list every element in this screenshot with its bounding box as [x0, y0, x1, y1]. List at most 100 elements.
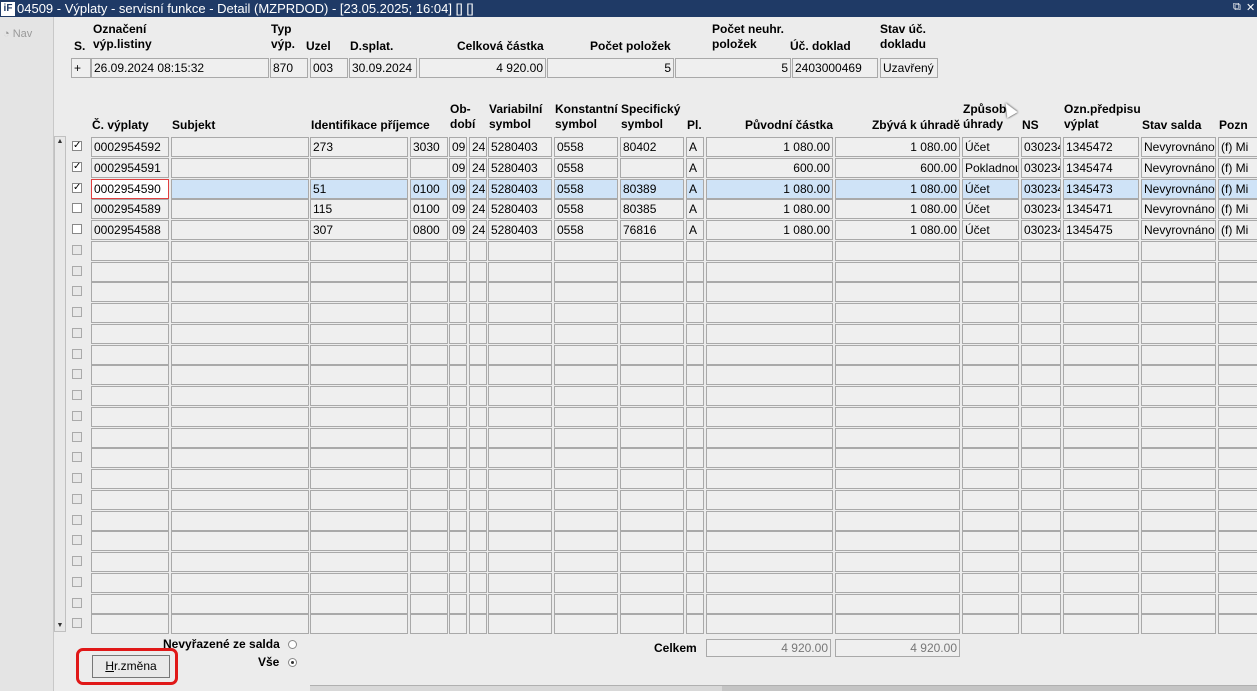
empty-cell[interactable] [171, 324, 309, 344]
cell-col-14[interactable]: 1345475 [1063, 220, 1139, 240]
cell-col-13[interactable]: 030234 [1021, 220, 1061, 240]
cell-col-13[interactable]: 030234 [1021, 158, 1061, 178]
empty-cell[interactable] [1063, 511, 1139, 531]
empty-cell[interactable] [554, 594, 618, 614]
empty-cell[interactable] [469, 345, 487, 365]
cell-col-8[interactable]: 80402 [620, 137, 684, 157]
empty-cell[interactable] [171, 262, 309, 282]
cell-col-10[interactable]: 1 080.00 [706, 179, 833, 199]
empty-cell[interactable] [686, 324, 704, 344]
empty-cell[interactable] [1218, 552, 1257, 572]
empty-cell[interactable] [488, 262, 552, 282]
cell-col-7[interactable]: 0558 [554, 220, 618, 240]
empty-cell[interactable] [1063, 428, 1139, 448]
cell-col-6[interactable]: 5280403 [488, 179, 552, 199]
empty-cell[interactable] [554, 282, 618, 302]
cell-col-11[interactable]: 1 080.00 [835, 220, 960, 240]
empty-cell[interactable] [488, 241, 552, 261]
empty-cell[interactable] [620, 282, 684, 302]
empty-cell[interactable] [488, 345, 552, 365]
empty-cell[interactable] [554, 573, 618, 593]
empty-cell[interactable] [962, 594, 1019, 614]
empty-cell[interactable] [310, 345, 408, 365]
nav-panel[interactable]: ◔ Nav [0, 17, 54, 691]
cell-col-15[interactable]: Nevyrovnáno [1141, 137, 1216, 157]
cell-col-9[interactable]: A [686, 137, 704, 157]
cell-col-16[interactable]: (f) Mi [1218, 199, 1257, 219]
empty-cell[interactable] [962, 407, 1019, 427]
cell-col-8[interactable] [620, 158, 684, 178]
empty-cell[interactable] [91, 428, 169, 448]
cell-col-4[interactable]: 09 [449, 179, 467, 199]
row-checkbox[interactable] [72, 307, 82, 317]
cell-col-6[interactable]: 5280403 [488, 220, 552, 240]
cell-col-14[interactable]: 1345473 [1063, 179, 1139, 199]
empty-cell[interactable] [1063, 573, 1139, 593]
empty-cell[interactable] [469, 365, 487, 385]
empty-cell[interactable] [171, 428, 309, 448]
empty-cell[interactable] [706, 490, 833, 510]
row-checkbox[interactable] [72, 286, 82, 296]
cell-col-14[interactable]: 1345472 [1063, 137, 1139, 157]
empty-cell[interactable] [1141, 531, 1216, 551]
cell-col-13[interactable]: 030234 [1021, 179, 1061, 199]
empty-cell[interactable] [962, 303, 1019, 323]
cell-col-12[interactable]: Účet [962, 199, 1019, 219]
empty-cell[interactable] [554, 448, 618, 468]
empty-cell[interactable] [706, 345, 833, 365]
empty-cell[interactable] [91, 511, 169, 531]
empty-cell[interactable] [449, 407, 467, 427]
scroll-up-icon[interactable]: ▲ [55, 137, 65, 147]
empty-cell[interactable] [1063, 262, 1139, 282]
empty-cell[interactable] [1141, 241, 1216, 261]
empty-cell[interactable] [706, 386, 833, 406]
empty-cell[interactable] [1218, 531, 1257, 551]
cell-col-1[interactable] [171, 137, 309, 157]
cell-col-16[interactable]: (f) Mi [1218, 137, 1257, 157]
empty-cell[interactable] [171, 594, 309, 614]
cell-col-0[interactable]: 0002954589 [91, 199, 169, 219]
empty-cell[interactable] [962, 614, 1019, 634]
master-value-4[interactable]: 30.09.2024 [349, 58, 417, 78]
empty-cell[interactable] [1218, 324, 1257, 344]
empty-cell[interactable] [91, 573, 169, 593]
empty-cell[interactable] [310, 469, 408, 489]
empty-cell[interactable] [962, 324, 1019, 344]
empty-cell[interactable] [310, 573, 408, 593]
empty-cell[interactable] [620, 511, 684, 531]
empty-cell[interactable] [706, 407, 833, 427]
empty-cell[interactable] [410, 428, 448, 448]
empty-cell[interactable] [488, 303, 552, 323]
empty-cell[interactable] [554, 552, 618, 572]
empty-cell[interactable] [554, 386, 618, 406]
cell-col-12[interactable]: Pokladnou [962, 158, 1019, 178]
empty-cell[interactable] [171, 469, 309, 489]
empty-cell[interactable] [835, 531, 960, 551]
horizontal-scroll-thumb[interactable] [722, 686, 1257, 691]
empty-cell[interactable] [1218, 345, 1257, 365]
empty-cell[interactable] [171, 303, 309, 323]
cell-col-7[interactable]: 0558 [554, 158, 618, 178]
empty-cell[interactable] [686, 282, 704, 302]
empty-cell[interactable] [686, 448, 704, 468]
empty-cell[interactable] [554, 469, 618, 489]
empty-cell[interactable] [469, 552, 487, 572]
empty-cell[interactable] [171, 345, 309, 365]
cell-col-10[interactable]: 1 080.00 [706, 199, 833, 219]
master-value-5[interactable]: 4 920.00 [419, 58, 546, 78]
cell-col-3[interactable]: 0100 [410, 179, 448, 199]
empty-cell[interactable] [469, 511, 487, 531]
empty-cell[interactable] [449, 614, 467, 634]
empty-cell[interactable] [1063, 386, 1139, 406]
empty-cell[interactable] [488, 594, 552, 614]
empty-cell[interactable] [962, 262, 1019, 282]
empty-cell[interactable] [835, 614, 960, 634]
master-value-2[interactable]: 870 [270, 58, 308, 78]
empty-cell[interactable] [1141, 282, 1216, 302]
empty-cell[interactable] [91, 303, 169, 323]
empty-cell[interactable] [835, 345, 960, 365]
empty-cell[interactable] [449, 573, 467, 593]
empty-cell[interactable] [488, 386, 552, 406]
row-checkbox[interactable] [72, 245, 82, 255]
empty-cell[interactable] [706, 303, 833, 323]
